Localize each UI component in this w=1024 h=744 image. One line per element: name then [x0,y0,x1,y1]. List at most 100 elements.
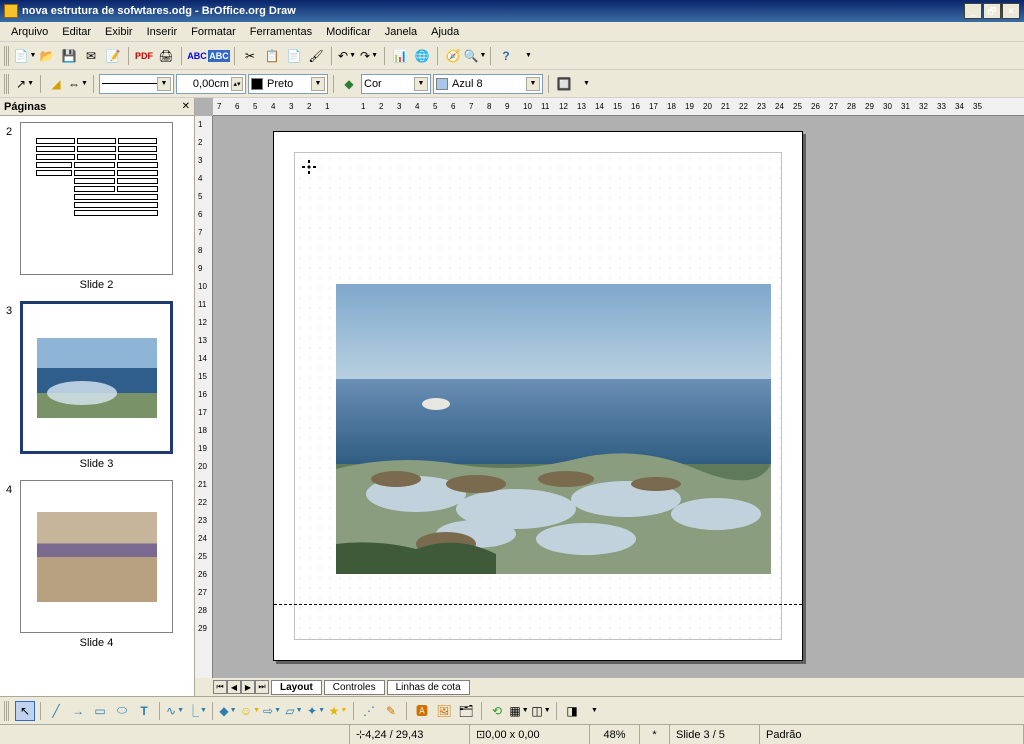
title-bar: nova estrutura de sofwtares.odg - BrOffi… [0,0,1024,22]
redo-button[interactable]: ↷▼ [359,46,379,66]
arrange-tool[interactable]: ◫▼ [531,701,551,721]
callout-tool[interactable]: ✦▼ [306,701,326,721]
restore-button[interactable]: 🗗 [983,3,1001,19]
print-button[interactable]: 🖨 [156,46,176,66]
tab-first-button[interactable]: ⏮ [213,680,227,694]
basic-shapes-tool[interactable]: ◆▼ [218,701,238,721]
tab-layout[interactable]: Layout [271,680,322,695]
vertical-ruler[interactable]: 1234567891011121314151617181920212223242… [195,116,213,678]
toolbar-overflow[interactable]: ▼ [518,46,538,66]
cut-button[interactable]: ✂ [240,46,260,66]
curve-tool[interactable]: ∿▼ [165,701,185,721]
help-button[interactable]: ? [496,46,516,66]
fill-type-select[interactable]: Cor ▼ [361,74,431,94]
menu-modificar[interactable]: Modificar [319,24,378,40]
line-color-select[interactable]: Preto ▼ [248,74,328,94]
separator [331,47,332,65]
minimize-button[interactable]: _ [964,3,982,19]
tab-last-button[interactable]: ⏭ [255,680,269,694]
points-tool[interactable]: ⋰ [359,701,379,721]
format-paint-button[interactable]: 🖌 [306,46,326,66]
fontwork-tool[interactable]: 🅰 [412,701,432,721]
line-tool[interactable]: ╱ [46,701,66,721]
separator [406,702,407,720]
connector-tool[interactable]: ⎿▼ [187,701,207,721]
text-tool[interactable]: T [134,701,154,721]
status-slide: Slide 3 / 5 [670,725,760,744]
horizontal-ruler[interactable]: 7654321123456789101112131415161718192021… [213,98,1024,116]
slide-thumb-2[interactable] [20,122,173,275]
edit-doc-button[interactable]: 📝 [103,46,123,66]
select-tool[interactable]: ↖ [15,701,35,721]
menu-exibir[interactable]: Exibir [98,24,140,40]
slide-thumbnails[interactable]: 2 Slide 2 [0,116,194,696]
line-button[interactable]: ◢ [46,74,66,94]
rect-tool[interactable]: ▭ [90,701,110,721]
menu-ferramentas[interactable]: Ferramentas [243,24,319,40]
tab-linhas[interactable]: Linhas de cota [387,680,470,695]
arrow-ends-button[interactable]: ⇔▼ [68,74,88,94]
grip-icon[interactable] [4,74,10,94]
status-size: ⊡ 0,00 x 0,00 [470,725,590,744]
close-button[interactable]: ✕ [1002,3,1020,19]
chart-button[interactable]: 📊 [390,46,410,66]
status-zoom[interactable]: 48% [590,725,640,744]
canvas-scroll[interactable] [213,116,1024,678]
arrow-style-button[interactable]: ↗▼ [15,74,35,94]
area-button[interactable]: ◆ [339,74,359,94]
toolbar-overflow[interactable]: ▼ [584,701,604,721]
flowchart-tool[interactable]: ▱▼ [284,701,304,721]
toolbar-overflow[interactable]: ▼ [576,74,596,94]
block-arrows-tool[interactable]: ⇨▼ [262,701,282,721]
rotate-tool[interactable]: ⟲ [487,701,507,721]
autospell-button[interactable]: ABC [209,46,229,66]
inserted-image[interactable] [336,284,771,574]
menu-bar: Arquivo Editar Exibir Inserir Formatar F… [0,22,1024,42]
shadow-button[interactable]: 🔲 [554,74,574,94]
align-tool[interactable]: ▦▼ [509,701,529,721]
open-button[interactable]: 📂 [37,46,57,66]
new-button[interactable]: 📄▼ [15,46,35,66]
symbol-shapes-tool[interactable]: ☺▼ [240,701,260,721]
tab-next-button[interactable]: ▶ [241,680,255,694]
menu-janela[interactable]: Janela [378,24,424,40]
grip-icon[interactable] [4,701,10,721]
tab-nav: ⏮ ◀ ▶ ⏭ [213,680,269,694]
slide-thumb-3[interactable] [20,301,173,454]
line-width-select[interactable]: 0,00cm ▴▾ [176,74,246,94]
from-file-tool[interactable]: 🖼 [434,701,454,721]
menu-editar[interactable]: Editar [55,24,98,40]
undo-button[interactable]: ↶▼ [337,46,357,66]
ellipse-tool[interactable]: ⬭ [112,701,132,721]
tab-prev-button[interactable]: ◀ [227,680,241,694]
fill-color-select[interactable]: Azul 8 ▼ [433,74,543,94]
panel-close-icon[interactable]: ✕ [182,101,190,112]
grip-icon[interactable] [4,46,10,66]
email-button[interactable]: ✉ [81,46,101,66]
slide-thumb-4[interactable] [20,480,173,633]
menu-formatar[interactable]: Formatar [184,24,243,40]
extrusion-tool[interactable]: ◨ [562,701,582,721]
glue-tool[interactable]: ✎ [381,701,401,721]
drawing-page[interactable] [273,131,803,661]
tab-controles[interactable]: Controles [324,680,385,695]
arrow-tool[interactable]: → [68,701,88,721]
menu-ajuda[interactable]: Ajuda [424,24,466,40]
gallery-tool[interactable]: 🗂 [456,701,476,721]
pdf-button[interactable]: PDF [134,46,154,66]
line-style-select[interactable]: ▼ [99,74,174,94]
separator [181,47,182,65]
paste-button[interactable]: 📄 [284,46,304,66]
stars-tool[interactable]: ★▼ [328,701,348,721]
canvas-area: 7654321123456789101112131415161718192021… [195,98,1024,696]
separator [40,75,41,93]
copy-button[interactable]: 📋 [262,46,282,66]
menu-arquivo[interactable]: Arquivo [4,24,55,40]
hyperlink-button[interactable]: 🌐 [412,46,432,66]
spellcheck-button[interactable]: ABC [187,46,207,66]
menu-inserir[interactable]: Inserir [140,24,185,40]
save-button[interactable]: 💾 [59,46,79,66]
navigator-button[interactable]: 🧭 [443,46,463,66]
guide-line[interactable] [274,604,802,605]
zoom-button[interactable]: 🔍▼ [465,46,485,66]
